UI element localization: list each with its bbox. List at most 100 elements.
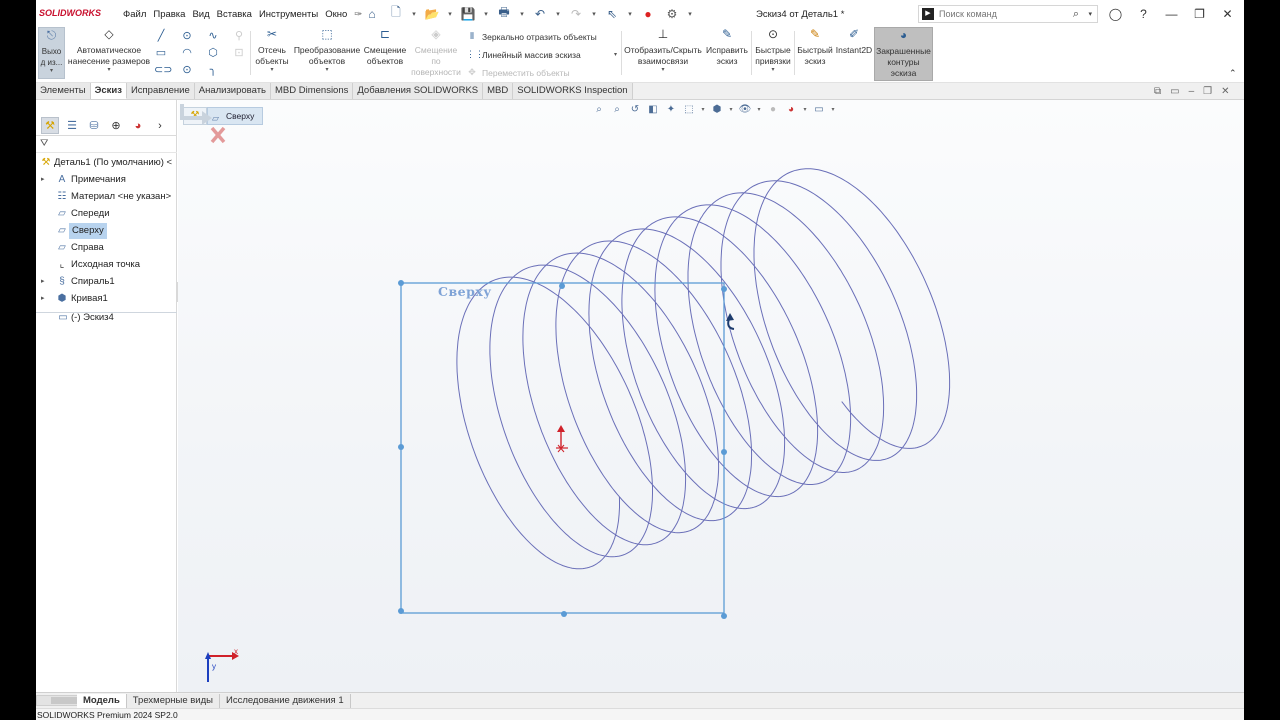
tree-item-helix1[interactable]: ▸ § Спираль1 — [36, 274, 177, 290]
select-dropdown-icon[interactable]: ▾ — [626, 5, 634, 22]
doc-close-icon[interactable]: ✕ — [1221, 86, 1229, 97]
display-style-dropdown-icon[interactable]: ▾ — [728, 103, 734, 117]
tree-item-material[interactable]: ☷ Материал <не указан> — [36, 189, 177, 205]
doc-minimize-icon[interactable]: – — [1189, 86, 1195, 97]
print-dropdown-icon[interactable]: ▾ — [518, 5, 526, 22]
polygon-tool-icon[interactable]: ⬡ — [206, 46, 220, 60]
save-icon[interactable]: 💾 — [458, 5, 478, 22]
view-orientation-dropdown-icon[interactable]: ▾ — [700, 103, 706, 117]
display-style-icon[interactable]: ⬢ — [710, 103, 724, 117]
quick-snaps-button[interactable]: ⊙ Быстрые привязки ▾ — [752, 27, 794, 74]
apply-scene-icon[interactable]: ◕ — [784, 103, 798, 117]
options-dropdown-icon[interactable]: ▾ — [686, 5, 694, 22]
rapid-sketch-button[interactable]: ✎ Быстрый эскиз — [795, 27, 835, 67]
mirror-entities-button[interactable]: ⫴ Зеркально отразить объекты — [466, 31, 597, 42]
tree-item-top-plane[interactable]: ▱ Сверху — [36, 223, 177, 239]
home-icon[interactable]: ⌂ — [362, 5, 382, 22]
pattern-dropdown-icon[interactable]: ▾ — [614, 51, 617, 58]
auto-dimension-button[interactable]: ◇ Автоматическое нанесение размеров ▾ — [67, 27, 151, 74]
tab-mbd-dimensions[interactable]: MBD Dimensions — [271, 83, 354, 99]
tree-item-front-plane[interactable]: ▱ Спереди — [36, 206, 177, 222]
dynamic-annotation-icon[interactable]: ✦ — [664, 103, 678, 117]
dimxpert-tab-icon[interactable]: ⊕ — [107, 117, 125, 134]
undo-dropdown-icon[interactable]: ▾ — [554, 5, 562, 22]
redo-icon[interactable]: ↷ — [566, 5, 586, 22]
fillet-tool-icon[interactable]: ╮ — [206, 63, 220, 77]
filter-icon[interactable]: ⛛ — [40, 138, 48, 149]
linear-sketch-pattern-button[interactable]: ⋮⋮ Линейный массив эскиза — [466, 49, 581, 60]
sketch-point[interactable] — [721, 613, 727, 619]
circle-tool-icon[interactable]: ⊙ — [180, 29, 194, 43]
hide-show-dropdown-icon[interactable]: ▾ — [756, 103, 762, 117]
save-dropdown-icon[interactable]: ▾ — [482, 5, 490, 22]
tab-motion-study[interactable]: Исследование движения 1 — [219, 694, 351, 708]
convert-entities-button[interactable]: ⬚ Преобразование объектов ▾ — [292, 27, 362, 74]
model-scene[interactable]: x y — [178, 100, 1244, 692]
instant2d-button[interactable]: ✐ Instant2D — [835, 27, 873, 56]
show-hide-relations-button[interactable]: ⊥ Отобразить/Скрыть взаимосвязи ▾ — [622, 27, 704, 74]
graphics-viewport[interactable]: x y ⚒ ▱ Сверху Сверху ⌕ ⌕ ↺ ◧ ✦ ⬚ ▾ ⬢ ▾ … — [178, 100, 1244, 692]
expand-arrow-icon[interactable]: ▸ — [41, 172, 49, 188]
user-account-icon[interactable]: ◯ — [1106, 5, 1125, 22]
view-orientation-icon[interactable]: ⬚ — [682, 103, 696, 117]
edit-appearance-icon[interactable]: ● — [766, 103, 780, 117]
ellipse-tool-icon[interactable]: ⊙ — [180, 63, 194, 77]
helix-curve[interactable] — [456, 168, 951, 570]
apply-scene-dropdown-icon[interactable]: ▾ — [802, 103, 808, 117]
doc-restore-icon[interactable]: ▭ — [1170, 86, 1179, 97]
arc-tool-icon[interactable]: ◠ — [180, 46, 194, 60]
section-view-icon[interactable]: ◧ — [646, 103, 660, 117]
expand-arrow-icon[interactable]: ▸ — [41, 291, 49, 307]
tab-evaluate[interactable]: Анализировать — [194, 83, 271, 99]
confirmation-corner[interactable] — [178, 100, 226, 148]
menu-file[interactable]: Файл — [123, 9, 146, 20]
doc-maximize-icon[interactable]: ❐ — [1203, 86, 1212, 97]
minimize-icon[interactable]: — — [1162, 5, 1181, 22]
options-gear-icon[interactable]: ⚙ — [662, 5, 682, 22]
tab-model[interactable]: Модель — [77, 694, 127, 708]
move-entities-button[interactable]: ✥ Переместить объекты — [466, 67, 569, 78]
open-folder-icon[interactable]: 📂 — [422, 5, 442, 22]
new-dropdown-icon[interactable]: ▾ — [410, 5, 418, 22]
tab-features[interactable]: Элементы — [36, 83, 91, 99]
new-document-icon[interactable]: 🗋 — [386, 5, 406, 22]
tab-solidworks-inspection[interactable]: SOLIDWORKS Inspection — [513, 83, 633, 99]
menu-edit[interactable]: Правка — [153, 9, 185, 20]
tree-filter-row[interactable]: ⛛ — [36, 137, 177, 153]
sketch-point[interactable] — [561, 611, 567, 617]
open-dropdown-icon[interactable]: ▾ — [446, 5, 454, 22]
undo-icon[interactable]: ↶ — [530, 5, 550, 22]
view-settings-dropdown-icon[interactable]: ▾ — [830, 103, 836, 117]
zoom-to-area-icon[interactable]: ⌕ — [610, 103, 624, 117]
tab-mbd[interactable]: MBD — [483, 83, 514, 99]
rebuild-traffic-light-icon[interactable]: ● — [638, 5, 658, 22]
sketch-point[interactable] — [398, 280, 404, 286]
sketch-point[interactable] — [398, 608, 404, 614]
sketch-point[interactable] — [398, 444, 404, 450]
menu-insert[interactable]: Вставка — [217, 9, 252, 20]
tree-item-active-sketch[interactable]: ▭ (-) Эскиз4 — [36, 310, 177, 326]
view-settings-icon[interactable]: ▭ — [812, 103, 826, 117]
helix-polyline[interactable] — [456, 168, 951, 570]
tab-3d-views[interactable]: Трехмерные виды — [126, 694, 220, 708]
sketch-point[interactable] — [721, 286, 727, 292]
tree-item-annotations[interactable]: ▸ A Примечания — [36, 172, 177, 188]
feature-manager-tab-icon[interactable]: ⚒ — [41, 117, 59, 134]
menu-tools[interactable]: Инструменты — [259, 9, 318, 20]
tree-item-curve1[interactable]: ▸ ⬢ Кривая1 — [36, 291, 177, 307]
tree-item-origin[interactable]: ⌞ Исходная точка — [36, 257, 177, 273]
tree-root-part[interactable]: ⚒ Деталь1 (По умолчанию) < — [36, 155, 177, 171]
repair-sketch-button[interactable]: ✎ Исправить эскиз — [704, 27, 750, 67]
sketch-point[interactable] — [721, 449, 727, 455]
search-dropdown-icon[interactable]: ▾ — [1088, 10, 1092, 18]
line-tool-icon[interactable]: ╱ — [154, 29, 168, 43]
slot-tool-icon[interactable]: ⊂⊃ — [154, 63, 172, 77]
tab-solidworks-addins[interactable]: Добавления SOLIDWORKS — [353, 83, 484, 99]
hide-show-items-icon[interactable]: 👁 — [738, 103, 752, 117]
offset-entities-button[interactable]: ⊏ Смещение объектов — [362, 27, 408, 67]
tab-sketch[interactable]: Эскиз — [90, 83, 127, 99]
display-manager-tab-icon[interactable]: ◕ — [129, 117, 147, 134]
spline-tool-icon[interactable]: ∿ — [206, 29, 220, 43]
collapse-ribbon-icon[interactable]: ⌃ — [1229, 68, 1237, 79]
redo-dropdown-icon[interactable]: ▾ — [590, 5, 598, 22]
